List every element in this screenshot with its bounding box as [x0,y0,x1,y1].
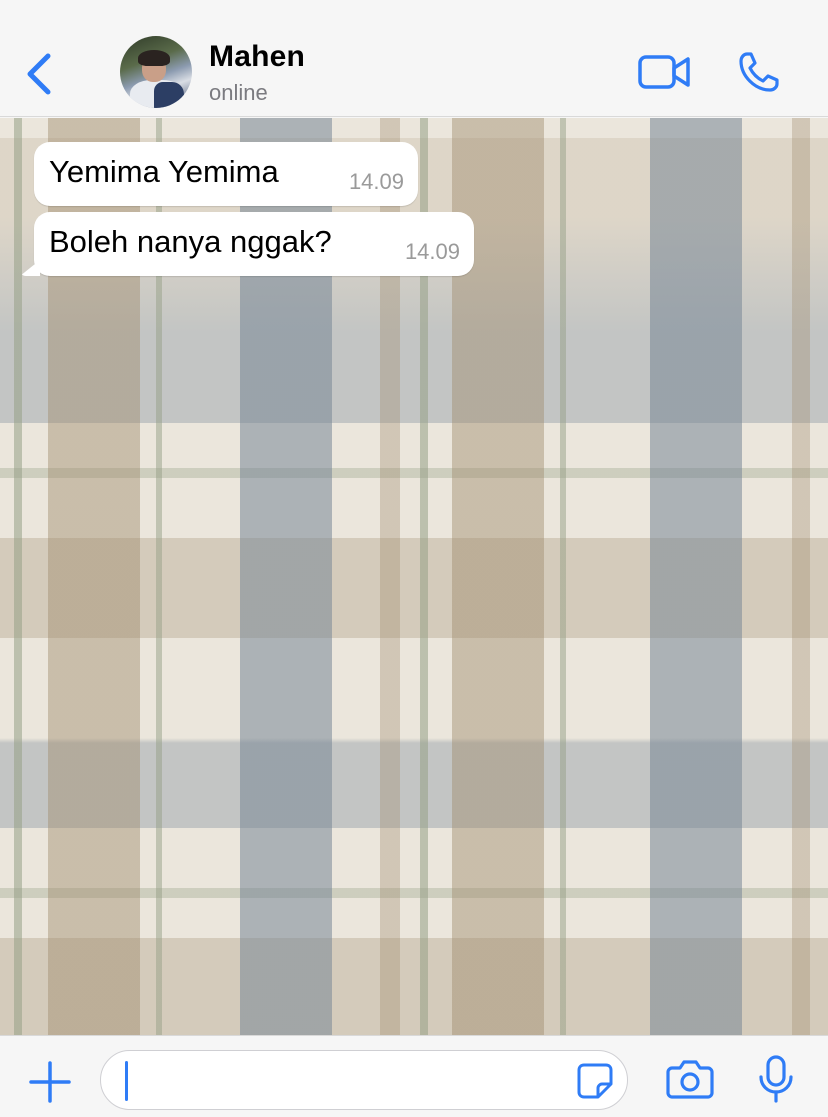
contact-name[interactable]: Mahen [209,40,305,74]
video-call-button[interactable] [637,52,691,92]
sticker-button[interactable] [576,1062,614,1100]
chevron-left-icon [27,53,51,95]
contact-status: online [209,80,268,105]
message-input[interactable] [125,1061,565,1101]
message-bubble[interactable]: Yemima Yemima 14.09 [34,142,418,206]
chat-header: Mahen online [0,0,828,117]
message-text: Yemima Yemima [49,154,279,189]
chat-messages-area[interactable]: Yemima Yemima 14.09 Boleh nanya nggak? 1… [0,118,828,1035]
avatar[interactable] [120,36,192,108]
text-caret [125,1061,128,1101]
microphone-button[interactable] [756,1055,796,1103]
phone-icon [739,52,779,92]
message-time: 14.09 [348,169,404,194]
message-bubble[interactable]: Boleh nanya nggak? 14.09 [20,212,474,276]
video-camera-icon [638,55,690,89]
add-attachment-button[interactable] [28,1060,72,1104]
message-input-field[interactable] [100,1050,628,1110]
bubble-tail [20,260,40,276]
plus-icon [29,1061,71,1103]
camera-icon [666,1060,714,1099]
voice-call-button[interactable] [737,50,781,94]
microphone-icon [759,1055,793,1103]
back-button[interactable] [18,50,62,98]
message-text: Boleh nanya nggak? [49,224,332,259]
sticker-icon [577,1063,613,1099]
message-time: 14.09 [404,239,460,264]
camera-button[interactable] [666,1058,714,1100]
